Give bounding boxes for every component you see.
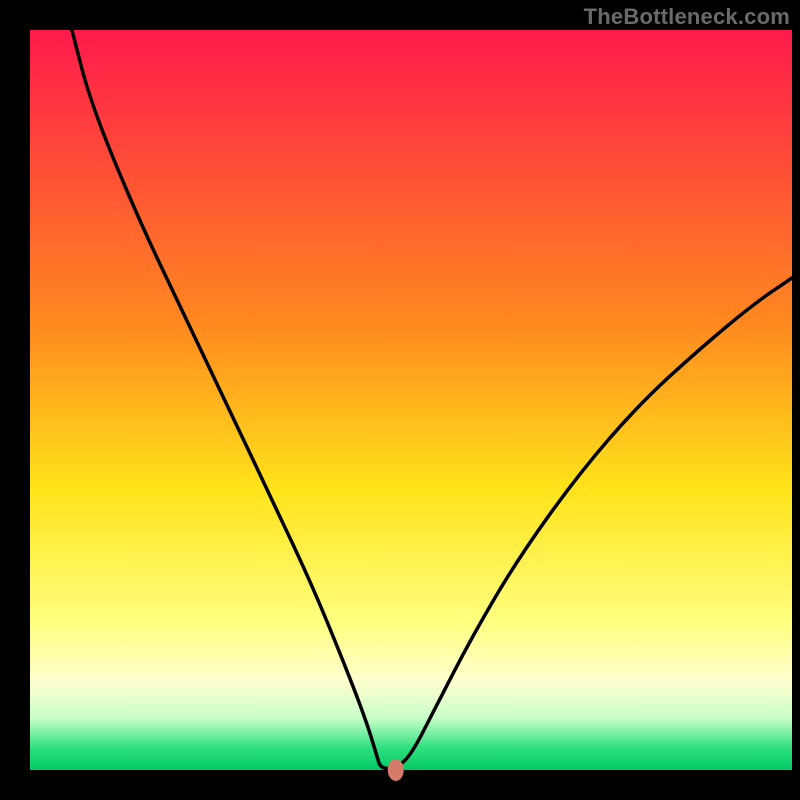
plot-background [30,30,792,770]
watermark-text: TheBottleneck.com [584,4,790,30]
bottleneck-chart [0,0,800,800]
chart-svg [0,0,800,800]
optimal-point-marker [388,759,404,781]
